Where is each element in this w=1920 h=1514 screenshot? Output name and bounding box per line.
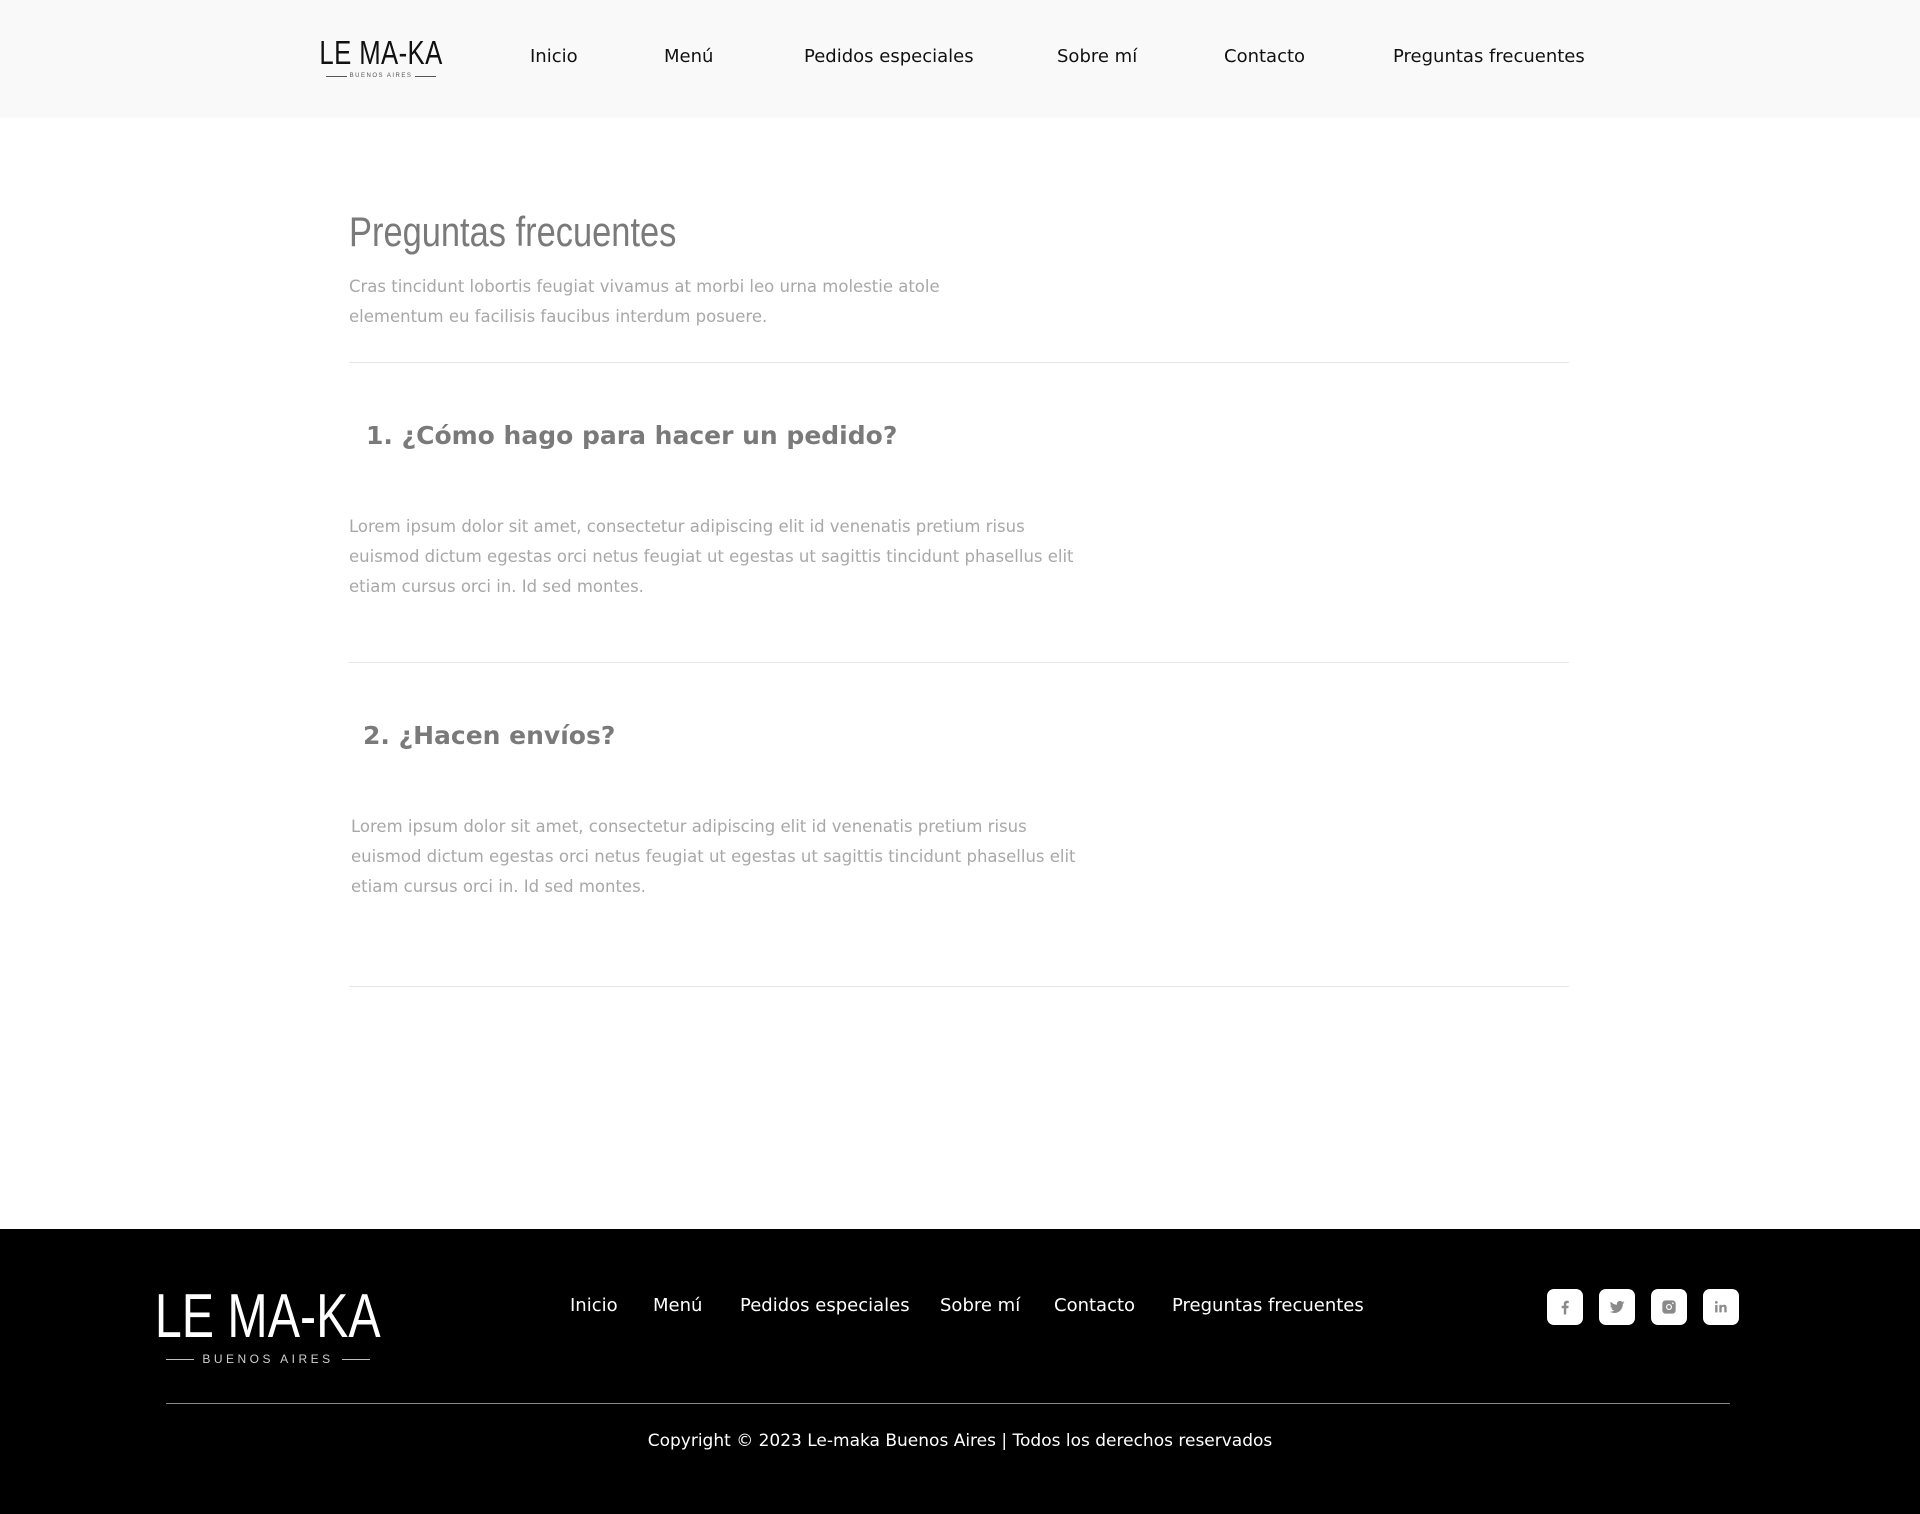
- footer-link-preguntas-frecuentes[interactable]: Preguntas frecuentes: [1172, 1295, 1364, 1317]
- page-title: Preguntas frecuentes: [349, 208, 677, 255]
- page-intro: Cras tincidunt lobortis feugiat vivamus …: [349, 277, 940, 326]
- footer-link-contacto[interactable]: Contacto: [1054, 1295, 1135, 1317]
- facebook-glyph: [1561, 1300, 1569, 1315]
- faq-answer-1: Lorem ipsum dolor sit amet, consectetur …: [349, 517, 1074, 596]
- footer-logo-tagline: BUENOS AIRES: [202, 1352, 334, 1366]
- facebook-icon[interactable]: [1547, 1289, 1583, 1325]
- tagline-rule-left: [166, 1358, 195, 1360]
- faq-question-1: 1. ¿Cómo hago para hacer un pedido?: [366, 421, 898, 450]
- instagram-glyph: [1662, 1300, 1676, 1314]
- footer-divider: [166, 1403, 1730, 1404]
- logo-tagline-row: BUENOS AIRES: [326, 73, 436, 79]
- footer-logo[interactable]: LE MA-KA BUENOS AIRES: [155, 1286, 381, 1367]
- nav-link-menu[interactable]: Menú: [664, 46, 713, 68]
- linkedin-glyph: [1715, 1301, 1727, 1313]
- twitter-icon[interactable]: [1599, 1289, 1635, 1325]
- footer-link-inicio[interactable]: Inicio: [570, 1295, 618, 1317]
- footer-logo-tagline-row: BUENOS AIRES: [166, 1352, 370, 1366]
- divider: [349, 986, 1569, 987]
- nav-link-preguntas-frecuentes[interactable]: Preguntas frecuentes: [1393, 46, 1585, 68]
- nav-link-inicio[interactable]: Inicio: [530, 46, 578, 68]
- footer-link-pedidos-especiales[interactable]: Pedidos especiales: [740, 1295, 910, 1317]
- linkedin-icon[interactable]: [1703, 1289, 1739, 1325]
- faq-answer-2: Lorem ipsum dolor sit amet, consectetur …: [351, 817, 1076, 896]
- header-logo[interactable]: LE MA-KA BUENOS AIRES: [319, 36, 442, 79]
- nav-link-pedidos-especiales[interactable]: Pedidos especiales: [804, 46, 974, 68]
- divider: [349, 362, 1569, 363]
- footer-logo-text: LE MA-KA: [155, 1282, 381, 1351]
- copyright-text: Copyright © 2023 Le-maka Buenos Aires | …: [647, 1431, 1273, 1451]
- footer-link-sobre-mi[interactable]: Sobre mí: [940, 1295, 1020, 1317]
- nav-link-contacto[interactable]: Contacto: [1224, 46, 1305, 68]
- logo-tagline: BUENOS AIRES: [349, 73, 413, 79]
- instagram-icon[interactable]: [1651, 1289, 1687, 1325]
- tagline-rule-right: [341, 1358, 370, 1360]
- footer-link-menu[interactable]: Menú: [653, 1295, 702, 1317]
- tagline-rule-right: [415, 75, 436, 77]
- nav-link-sobre-mi[interactable]: Sobre mí: [1057, 46, 1137, 68]
- tagline-rule-left: [326, 75, 347, 77]
- twitter-glyph: [1609, 1300, 1625, 1314]
- faq-question-2: 2. ¿Hacen envíos?: [363, 721, 616, 750]
- site-header: LE MA-KA BUENOS AIRES Inicio Menú Pedido…: [0, 0, 1920, 118]
- divider: [349, 662, 1569, 663]
- site-footer: LE MA-KA BUENOS AIRES Inicio Menú Pedido…: [0, 1229, 1920, 1514]
- logo-text: LE MA-KA: [319, 34, 443, 71]
